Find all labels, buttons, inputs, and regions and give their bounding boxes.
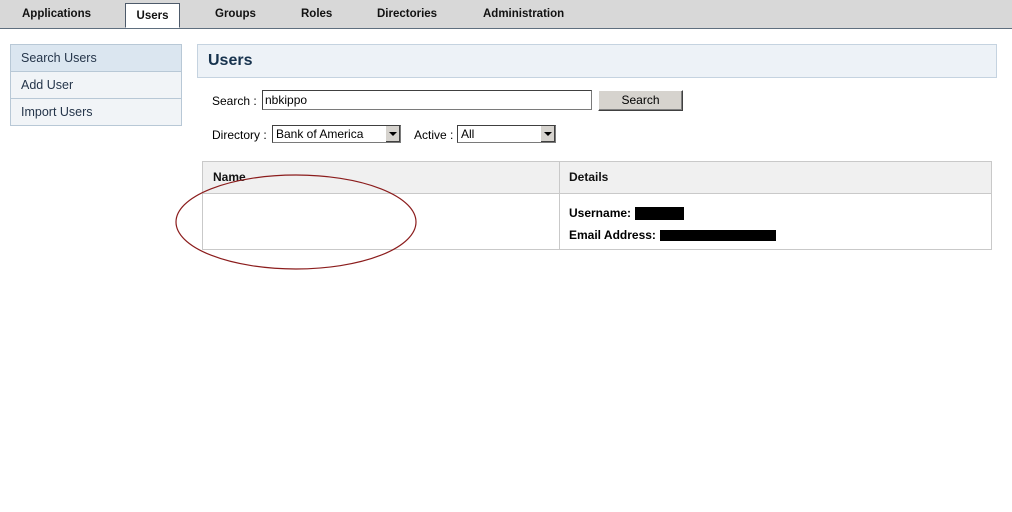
chevron-down-icon[interactable] <box>385 126 400 142</box>
redacted-username <box>635 207 685 221</box>
search-button[interactable]: Search <box>598 90 683 111</box>
tab-directories[interactable]: Directories <box>377 0 437 28</box>
annotation-ellipse <box>175 174 417 270</box>
tab-users[interactable]: Users <box>125 3 180 28</box>
active-label: Active : <box>414 128 454 142</box>
active-select[interactable]: All <box>457 125 556 143</box>
column-header-details: Details <box>569 170 609 184</box>
directory-select-value: Bank of America <box>276 127 364 141</box>
tab-roles[interactable]: Roles <box>301 0 332 28</box>
page-title: Users <box>208 52 253 69</box>
email-label: Email Address: <box>569 228 656 242</box>
chevron-down-icon[interactable] <box>540 126 555 142</box>
active-select-value: All <box>461 127 475 141</box>
sidebar-menu: Search Users Add User Import Users <box>10 44 182 126</box>
top-nav-bar: Applications Users Groups Roles Director… <box>0 0 1012 29</box>
username-detail: Username: <box>569 206 685 221</box>
column-divider <box>559 162 560 249</box>
username-label: Username: <box>569 206 632 220</box>
search-label: Search : <box>212 94 257 108</box>
search-input[interactable]: nbkippo <box>262 90 592 110</box>
directory-label: Directory : <box>212 128 267 142</box>
tab-administration[interactable]: Administration <box>483 0 564 28</box>
tab-groups[interactable]: Groups <box>215 0 256 28</box>
sidebar-item-add-user[interactable]: Add User <box>11 72 181 99</box>
sidebar-item-import-users[interactable]: Import Users <box>11 99 181 126</box>
directory-select[interactable]: Bank of America <box>272 125 401 143</box>
sidebar-item-search-users[interactable]: Search Users <box>11 45 181 72</box>
redacted-email <box>660 230 777 242</box>
page-header: Users <box>197 44 997 78</box>
tab-applications[interactable]: Applications <box>22 0 91 28</box>
email-detail: Email Address: <box>569 228 777 242</box>
